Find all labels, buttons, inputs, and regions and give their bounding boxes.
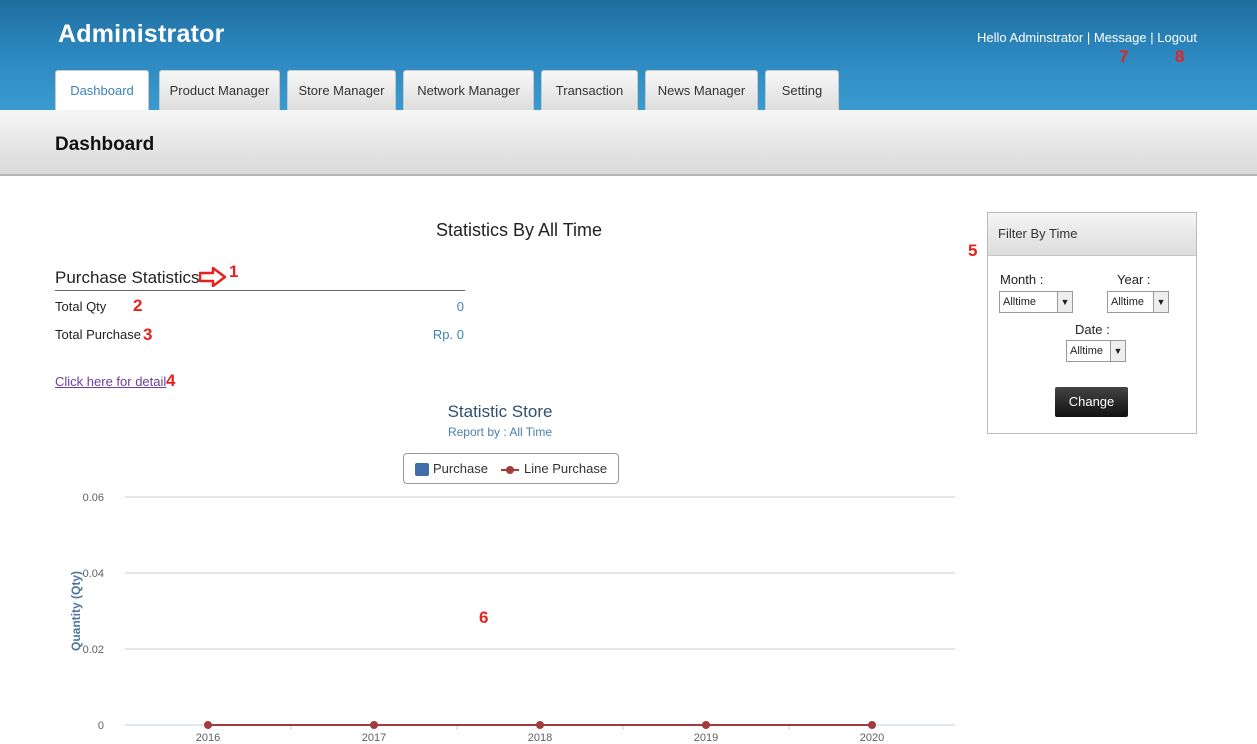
annotation-3: 3 [143,325,153,344]
change-button[interactable]: Change [1055,387,1128,417]
y-tick-label: 0.02 [83,644,104,656]
annotation-4: 4 [166,371,176,390]
chart-title: Statistic Store [447,402,553,421]
date-select[interactable]: Alltime ▼ [1066,340,1126,362]
x-tick-label: 2018 [528,732,552,744]
tab-product-manager[interactable]: Product Manager [159,70,280,110]
annotation-2: 2 [133,296,143,315]
tab-setting[interactable]: Setting [765,70,839,110]
legend-label-line-purchase: Line Purchase [524,461,608,476]
divider [55,290,465,291]
tab-transaction[interactable]: Transaction [541,70,638,110]
month-select[interactable]: Alltime ▼ [999,291,1073,313]
date-value: Alltime [1070,345,1104,357]
year-select[interactable]: Alltime ▼ [1107,291,1169,313]
app-title: Administrator [58,20,225,48]
data-point [536,721,544,729]
detail-link[interactable]: Click here for detail [55,374,166,389]
total-qty-label: Total Qty [55,299,107,314]
purchase-statistics-title: Purchase Statistics [55,268,200,287]
total-purchase-label: Total Purchase [55,327,141,342]
y-axis-title: Quantity (Qty) [69,571,83,651]
month-value: Alltime [1003,296,1037,308]
x-tick-label: 2016 [196,732,220,744]
x-tick-label: 2019 [694,732,718,744]
annotation-6: 6 [479,608,489,627]
data-point [204,721,212,729]
annotation-5: 5 [968,241,978,260]
month-label: Month : [1000,272,1044,287]
filter-panel: Filter By Time Month : Alltime ▼ Year : … [987,212,1197,434]
legend-swatch-purchase [415,463,429,476]
total-purchase-value: Rp. 0 [432,327,464,342]
chevron-down-icon: ▼ [1057,292,1072,312]
filter-title: Filter By Time [988,213,1196,256]
x-tick-label: 2017 [362,732,386,744]
x-tick-label: 2020 [860,732,884,744]
y-tick-label: 0.04 [83,568,104,580]
legend-dot-purchase [506,466,514,474]
tab-news-manager[interactable]: News Manager [645,70,758,110]
legend-label-purchase: Purchase [433,461,488,476]
total-qty-value: 0 [456,299,464,314]
tab-store-manager[interactable]: Store Manager [287,70,396,110]
chevron-down-icon: ▼ [1153,292,1168,312]
data-point [370,721,378,729]
arrow-right-icon [199,267,227,287]
top-header: Administrator Hello Adminstrator | Messa… [0,0,1257,111]
data-point [702,721,710,729]
chart-subtitle: Report by : All Time [447,425,553,439]
annotation-7: 7 [1119,47,1129,66]
message-link[interactable]: Message [1094,30,1147,45]
annotation-1: 1 [229,262,239,281]
statistics-heading: Statistics By All Time [436,220,603,240]
user-nav: Hello Adminstrator | Message | Logout [977,30,1197,45]
y-tick-label: 0 [98,720,104,732]
statistic-chart: 0 0.02 0.04 0.06 Quantity (Qty) 2016 2017 2018 2… [69,492,955,744]
page-header-bar: Dashboard [0,110,1257,176]
chevron-down-icon: ▼ [1110,341,1125,361]
data-point [868,721,876,729]
page-title: Dashboard [55,134,155,155]
year-value: Alltime [1111,296,1145,308]
logout-link[interactable]: Logout [1157,30,1197,45]
tab-dashboard[interactable]: Dashboard [55,70,149,111]
greeting-text: Hello Adminstrator [977,30,1084,45]
year-label: Year : [1117,272,1151,287]
y-tick-label: 0.06 [83,492,104,504]
date-label: Date : [1075,322,1110,337]
tab-network-manager[interactable]: Network Manager [403,70,534,110]
annotation-8: 8 [1175,47,1185,66]
